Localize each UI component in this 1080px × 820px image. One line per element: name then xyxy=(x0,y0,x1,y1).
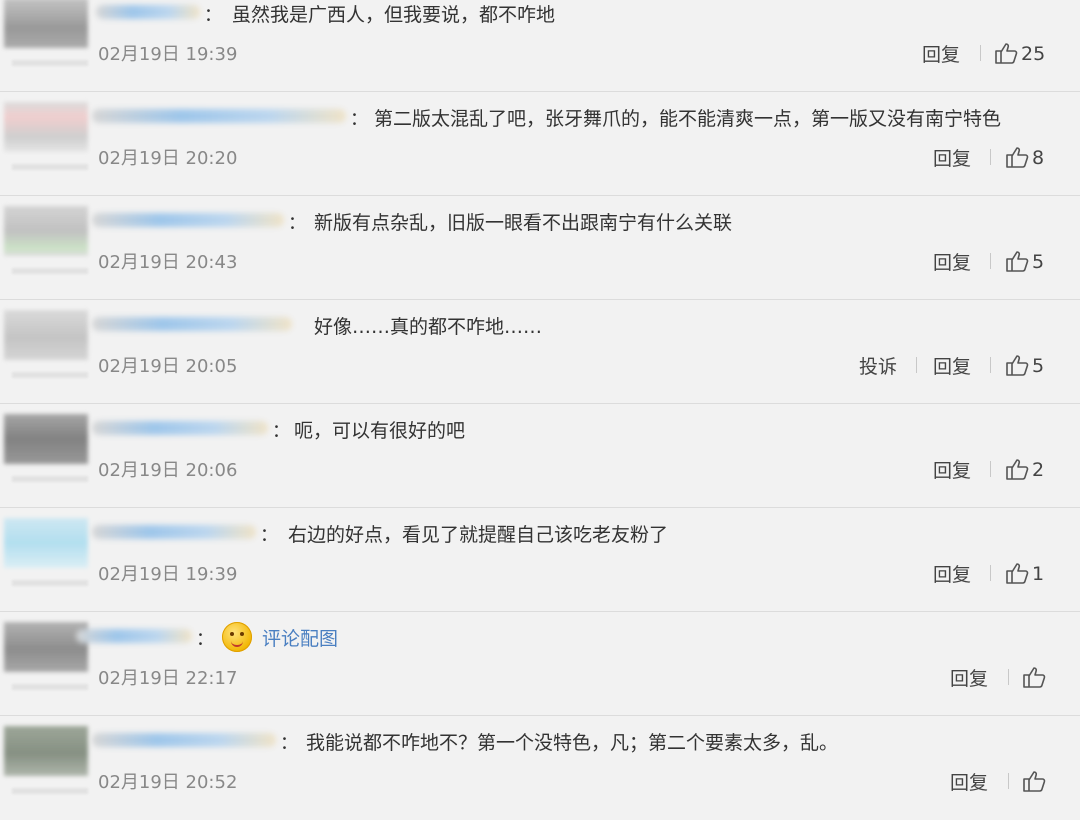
colon: ： xyxy=(260,525,278,546)
username-blurred[interactable] xyxy=(92,213,284,227)
username-blurred[interactable] xyxy=(92,317,292,331)
comment-image-link[interactable]: 评论配图 xyxy=(262,624,338,651)
thumbs-up-icon[interactable] xyxy=(1005,561,1031,585)
comment-time: 02月19日 20:05 xyxy=(98,356,238,377)
thumbs-up-icon[interactable] xyxy=(1005,249,1031,273)
thumbs-up-icon[interactable] xyxy=(1005,353,1031,377)
avatar[interactable] xyxy=(4,310,88,360)
avatar[interactable] xyxy=(4,206,88,256)
divider xyxy=(12,580,88,586)
comment-item: ： 右边的好点，看见了就提醒自己该吃老友粉了 02月19日 19:39 回复 1 xyxy=(0,508,1080,612)
yummy-face-icon xyxy=(222,622,252,652)
comment-text: 虽然我是广西人，但我要说，都不咋地 xyxy=(232,4,556,26)
comment-time: 02月19日 20:20 xyxy=(98,148,238,169)
separator xyxy=(990,565,991,581)
reply-button[interactable]: 回复 xyxy=(933,352,971,379)
like-count: 2 xyxy=(1032,459,1045,481)
reply-button[interactable]: 回复 xyxy=(933,248,971,275)
colon: ： xyxy=(204,5,222,26)
thumbs-up-icon[interactable] xyxy=(1005,145,1031,169)
avatar[interactable] xyxy=(4,414,88,464)
comment-text: 新版有点杂乱，旧版一眼看不出跟南宁有什么关联 xyxy=(314,212,733,234)
report-button[interactable]: 投诉 xyxy=(859,352,897,379)
divider xyxy=(12,60,88,66)
comment-time: 02月19日 22:17 xyxy=(98,668,238,689)
comment-item: ： 虽然我是广西人，但我要说，都不咋地 02月19日 19:39 回复 25 xyxy=(0,0,1080,92)
like-count: 5 xyxy=(1032,355,1045,377)
divider xyxy=(12,476,88,482)
divider xyxy=(12,788,88,794)
reply-button[interactable]: 回复 xyxy=(950,664,988,691)
reply-button[interactable]: 回复 xyxy=(933,560,971,587)
username-blurred[interactable] xyxy=(76,629,192,643)
colon: ： xyxy=(288,213,306,234)
reply-button[interactable]: 回复 xyxy=(950,768,988,795)
colon: ： xyxy=(196,629,214,650)
comment-item: 好像……真的都不咋地…… 02月19日 20:05 投诉 回复 5 xyxy=(0,300,1080,404)
like-count: 8 xyxy=(1032,147,1045,169)
thumbs-up-icon[interactable] xyxy=(1022,665,1048,689)
comment-time: 02月19日 19:39 xyxy=(98,44,238,65)
avatar[interactable] xyxy=(4,0,88,48)
divider xyxy=(12,164,88,170)
avatar[interactable] xyxy=(4,622,88,672)
separator xyxy=(990,253,991,269)
comment-time: 02月19日 20:06 xyxy=(98,460,238,481)
avatar[interactable] xyxy=(4,518,88,568)
username-blurred[interactable] xyxy=(92,109,346,123)
separator xyxy=(990,461,991,477)
divider xyxy=(12,684,88,690)
username-blurred[interactable] xyxy=(96,5,200,19)
comment-item: ： 新版有点杂乱，旧版一眼看不出跟南宁有什么关联 02月19日 20:43 回复… xyxy=(0,196,1080,300)
separator xyxy=(916,357,917,373)
comment-item: ： 我能说都不咋地不？第一个没特色，凡；第二个要素太多，乱。 02月19日 20… xyxy=(0,716,1080,820)
avatar[interactable] xyxy=(4,726,88,776)
divider xyxy=(12,372,88,378)
comment-text: 呃，可以有很好的吧 xyxy=(294,420,466,442)
comment-item: ： 评论配图 02月19日 22:17 回复 xyxy=(0,612,1080,716)
username-blurred[interactable] xyxy=(92,733,276,747)
like-count: 25 xyxy=(1021,43,1046,65)
comment-time: 02月19日 20:52 xyxy=(98,772,238,793)
separator xyxy=(990,357,991,373)
reply-button[interactable]: 回复 xyxy=(933,144,971,171)
divider xyxy=(12,268,88,274)
thumbs-up-icon[interactable] xyxy=(1022,769,1048,793)
thumbs-up-icon[interactable] xyxy=(1005,457,1031,481)
comment-list: ： 虽然我是广西人，但我要说，都不咋地 02月19日 19:39 回复 25 ：… xyxy=(0,0,1080,813)
separator xyxy=(990,149,991,165)
comment-text: 好像……真的都不咋地…… xyxy=(314,316,543,338)
comment-text: 右边的好点，看见了就提醒自己该吃老友粉了 xyxy=(288,524,669,546)
colon: ： xyxy=(350,109,368,130)
comment-time: 02月19日 19:39 xyxy=(98,564,238,585)
comment-item: ： 呃，可以有很好的吧 02月19日 20:06 回复 2 xyxy=(0,404,1080,508)
colon: ： xyxy=(280,733,298,754)
username-blurred[interactable] xyxy=(92,421,268,435)
comment-text: 第二版太混乱了吧，张牙舞爪的，能不能清爽一点，第一版又没有南宁特色 xyxy=(374,108,1002,130)
reply-button[interactable]: 回复 xyxy=(922,40,960,67)
comment-text: 我能说都不咋地不？第一个没特色，凡；第二个要素太多，乱。 xyxy=(306,732,839,754)
avatar[interactable] xyxy=(4,102,88,152)
reply-button[interactable]: 回复 xyxy=(933,456,971,483)
colon: ： xyxy=(272,421,290,442)
username-blurred[interactable] xyxy=(92,525,256,539)
like-count: 5 xyxy=(1032,251,1045,273)
separator xyxy=(980,45,981,61)
comment-item: ： 第二版太混乱了吧，张牙舞爪的，能不能清爽一点，第一版又没有南宁特色 02月1… xyxy=(0,92,1080,196)
thumbs-up-icon[interactable] xyxy=(994,41,1020,65)
like-count: 1 xyxy=(1032,563,1045,585)
separator xyxy=(1008,773,1009,789)
comment-time: 02月19日 20:43 xyxy=(98,252,238,273)
separator xyxy=(1008,669,1009,685)
